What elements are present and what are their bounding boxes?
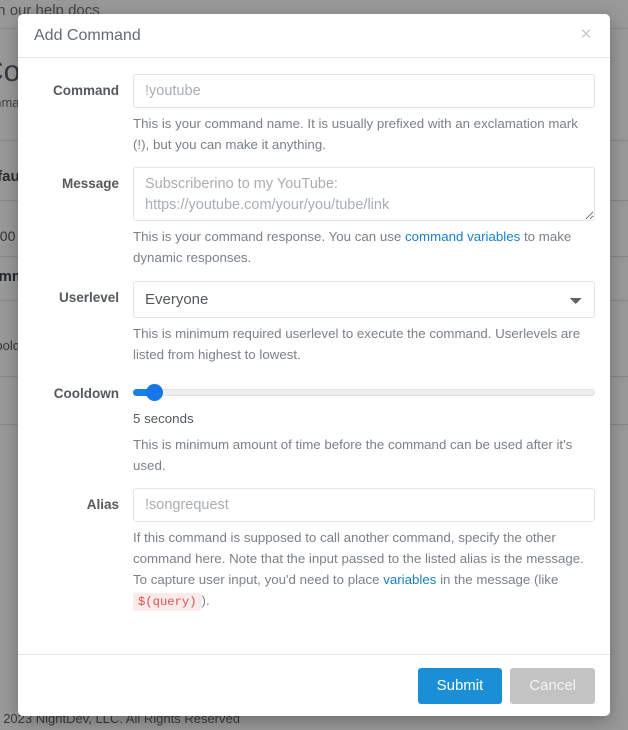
cooldown-help-text: This is minimum amount of time before th… (133, 437, 573, 473)
cooldown-slider-thumb[interactable] (146, 384, 163, 402)
cooldown-slider[interactable] (133, 377, 595, 403)
userlevel-select[interactable]: Everyone (133, 280, 595, 318)
userlevel-help-text: This is minimum required userlevel to ex… (133, 325, 581, 362)
userlevel-row: Userlevel Everyone This is minimum requi… (33, 280, 595, 377)
command-input[interactable] (133, 74, 595, 108)
alias-row: Alias If this command is supposed to cal… (33, 488, 595, 623)
close-icon[interactable]: × (576, 25, 596, 45)
command-variables-link[interactable]: command variables (405, 229, 520, 244)
cooldown-value-text: 5 seconds (133, 411, 194, 427)
message-help-text: This is your command response. You can u… (133, 227, 595, 268)
modal-body: Command This is your command name. It is… (18, 58, 610, 654)
message-field-wrap: This is your command response. You can u… (133, 167, 595, 280)
message-label: Message (61, 176, 119, 192)
cooldown-label: Cooldown (53, 386, 119, 402)
alias-help-text: If this command is supposed to call anot… (133, 528, 595, 611)
cooldown-field-wrap: 5 seconds This is minimum amount of time… (133, 377, 595, 488)
query-variable-code: $(query) (133, 592, 202, 611)
alias-help-part-3: ). (201, 592, 210, 608)
modal-title: Add Command (34, 26, 141, 44)
userlevel-label: Userlevel (58, 289, 119, 305)
variables-link[interactable]: variables (383, 572, 436, 587)
submit-button[interactable]: Submit (417, 667, 503, 704)
cancel-button[interactable]: Cancel (510, 667, 595, 704)
alias-label: Alias (86, 497, 119, 513)
cooldown-slider-track[interactable] (133, 389, 595, 397)
add-command-modal: Add Command × Command This is your comma… (18, 14, 610, 716)
alias-input[interactable] (133, 488, 595, 523)
message-row: Message This is your command response. Y… (33, 167, 595, 280)
modal-footer: Submit Cancel (18, 654, 610, 716)
command-row: Command This is your command name. It is… (33, 74, 595, 167)
message-textarea[interactable] (133, 167, 595, 222)
cooldown-row: Cooldown 5 seconds This is minimum amoun… (33, 377, 595, 488)
alias-help-part-2: in the message (like (436, 571, 559, 587)
message-help-before: This is your command response. You can u… (133, 229, 405, 245)
command-label: Command (52, 83, 119, 98)
command-field-wrap: This is your command name. It is usually… (133, 74, 595, 167)
alias-field-wrap: If this command is supposed to call anot… (133, 488, 595, 623)
page-root: Search our help docs Commands Commands f… (0, 0, 628, 730)
userlevel-field-wrap: Everyone This is minimum required userle… (133, 280, 595, 377)
modal-header: Add Command × (18, 14, 610, 58)
command-help-text: This is your command name. It is usually… (133, 116, 578, 152)
